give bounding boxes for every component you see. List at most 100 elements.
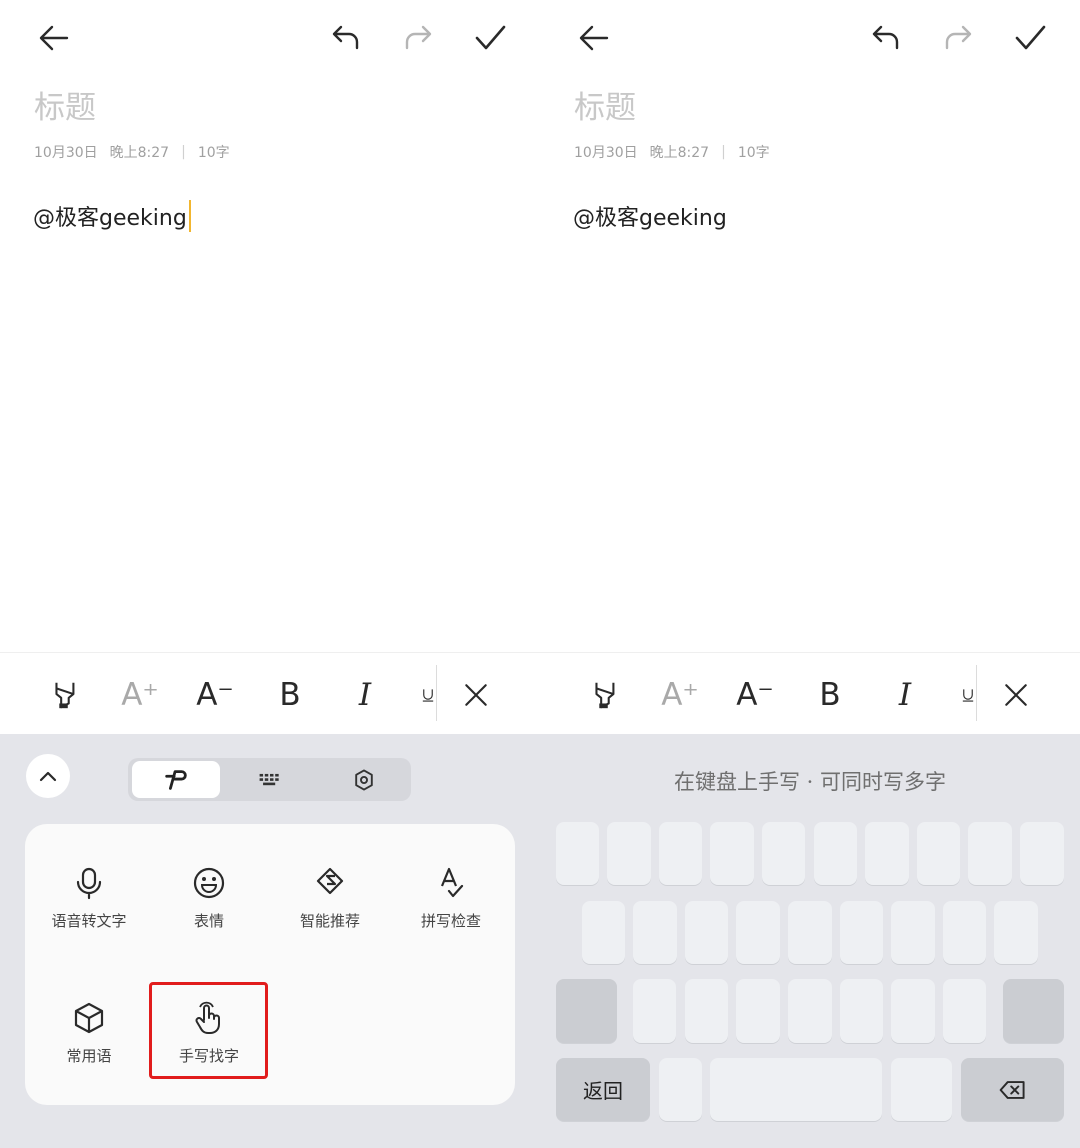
font-larger-button[interactable]: A⁺: [112, 667, 168, 723]
smiley-icon: [193, 867, 225, 899]
undo-icon[interactable]: [862, 14, 910, 62]
undo-icon[interactable]: [322, 14, 370, 62]
toolbar-divider: [976, 665, 977, 721]
brand-p-icon: [165, 769, 187, 790]
confirm-check-icon[interactable]: [466, 14, 514, 62]
spell-check-icon: [440, 867, 464, 898]
top-bar: [540, 0, 1080, 80]
note-content[interactable]: @极客geeking: [33, 200, 191, 232]
highlighter-icon[interactable]: [576, 667, 632, 723]
tab-keyboard[interactable]: [226, 761, 314, 798]
right-panel: 标题 10月30日 晚上8:27 | 10字 @极客geeking A⁺ A⁻ …: [540, 0, 1080, 1148]
back-arrow-icon[interactable]: [570, 14, 618, 62]
keyboard-key[interactable]: [917, 822, 960, 885]
keyboard-key[interactable]: [788, 979, 832, 1043]
keyboard-key[interactable]: [891, 979, 935, 1043]
keyboard-key[interactable]: [968, 822, 1012, 885]
highlight-box: [149, 982, 268, 1079]
highlighter-icon[interactable]: [36, 667, 92, 723]
backspace-icon: [999, 1080, 1025, 1099]
note-time: 晚上8:27: [649, 145, 710, 161]
keyboard-key[interactable]: [788, 901, 832, 964]
font-larger-button[interactable]: A⁺: [652, 667, 708, 723]
chevron-up-icon: [39, 771, 57, 782]
keyboard-key[interactable]: [840, 979, 883, 1043]
handwriting-hint: 在键盘上手写 · 可同时写多字: [673, 770, 947, 794]
keyboard-key[interactable]: [891, 1058, 952, 1121]
feature-common-phrases[interactable]: 常用语: [29, 1001, 149, 1091]
word-count: 10字: [197, 145, 230, 161]
redo-icon[interactable]: [934, 14, 982, 62]
note-time: 晚上8:27: [109, 145, 170, 161]
underline-icon[interactable]: [960, 667, 976, 723]
function-key[interactable]: [1003, 979, 1064, 1043]
shift-key[interactable]: [556, 979, 617, 1043]
font-smaller-button[interactable]: A⁻: [727, 667, 783, 723]
note-date: 10月30日: [574, 145, 638, 161]
confirm-check-icon[interactable]: [1006, 14, 1054, 62]
keyboard-key[interactable]: [762, 822, 805, 885]
keyboard-key[interactable]: [710, 822, 754, 885]
keyboard-key[interactable]: [943, 979, 986, 1043]
feature-emoji[interactable]: 表情: [149, 866, 269, 956]
note-content[interactable]: @极客geeking: [573, 200, 727, 232]
keyboard-key[interactable]: [685, 901, 728, 964]
keyboard-key[interactable]: [736, 979, 780, 1043]
keyboard-key[interactable]: [736, 901, 780, 964]
feature-spell-check[interactable]: 拼写检查: [391, 866, 511, 956]
keyboard-key[interactable]: [943, 901, 986, 964]
word-count: 10字: [737, 145, 770, 161]
note-meta: 10月30日 晚上8:27 | 10字: [34, 142, 230, 162]
italic-button[interactable]: I: [877, 667, 933, 723]
keyboard-icon: [259, 773, 279, 785]
tab-settings[interactable]: [320, 761, 408, 798]
bold-button[interactable]: B: [802, 667, 858, 723]
keyboard-area: 语音转文字 表情 智能推荐 拼写检查 常用语 手写找字: [0, 734, 540, 1148]
back-arrow-icon[interactable]: [30, 14, 78, 62]
meta-separator: |: [721, 144, 726, 160]
keyboard-key[interactable]: [814, 822, 857, 885]
note-text: @极客geeking: [573, 206, 727, 231]
keyboard-key[interactable]: [1020, 822, 1064, 885]
feature-voice-to-text[interactable]: 语音转文字: [29, 866, 149, 956]
toolbar-divider: [436, 665, 437, 721]
feature-smart-recommend[interactable]: 智能推荐: [270, 866, 390, 956]
backspace-button[interactable]: [961, 1058, 1064, 1121]
keyboard-key[interactable]: [582, 901, 625, 964]
tab-toolbox[interactable]: [132, 761, 220, 798]
space-key[interactable]: [710, 1058, 882, 1121]
redo-icon[interactable]: [394, 14, 442, 62]
keyboard-key[interactable]: [994, 901, 1038, 964]
collapse-button[interactable]: [26, 754, 70, 798]
note-title-placeholder[interactable]: 标题: [34, 82, 96, 127]
note-meta: 10月30日 晚上8:27 | 10字: [574, 142, 770, 162]
keyboard-key[interactable]: [633, 901, 677, 964]
return-button[interactable]: 返回: [556, 1058, 650, 1121]
format-toolbar: A⁺ A⁻ B I: [540, 652, 1080, 735]
keyboard-key[interactable]: [556, 822, 599, 885]
keyboard-key[interactable]: [891, 901, 935, 964]
keyboard-key[interactable]: [685, 979, 728, 1043]
note-title-placeholder[interactable]: 标题: [574, 82, 636, 127]
note-text: @极客geeking: [33, 206, 187, 231]
bold-button[interactable]: B: [262, 667, 318, 723]
handwriting-keyboard[interactable]: 在键盘上手写 · 可同时写多字 返回: [540, 734, 1080, 1148]
top-bar: [0, 0, 540, 80]
format-toolbar: A⁺ A⁻ B I: [0, 652, 540, 735]
left-panel: 标题 10月30日 晚上8:27 | 10字 @极客geeking A⁺ A⁻ …: [0, 0, 540, 1148]
microphone-icon: [76, 867, 102, 900]
font-smaller-button[interactable]: A⁻: [187, 667, 243, 723]
keyboard-key[interactable]: [633, 979, 676, 1043]
underline-icon[interactable]: [420, 667, 436, 723]
keyboard-key[interactable]: [659, 822, 702, 885]
keyboard-key[interactable]: [607, 822, 651, 885]
text-caret: [188, 200, 191, 232]
keyboard-key[interactable]: [659, 1058, 702, 1121]
italic-button[interactable]: I: [337, 667, 393, 723]
keyboard-key[interactable]: [865, 822, 909, 885]
settings-hexagon-icon: [355, 769, 373, 790]
close-icon[interactable]: [448, 667, 504, 723]
keyboard-key[interactable]: [840, 901, 883, 964]
close-icon[interactable]: [988, 667, 1044, 723]
meta-separator: |: [181, 144, 186, 160]
